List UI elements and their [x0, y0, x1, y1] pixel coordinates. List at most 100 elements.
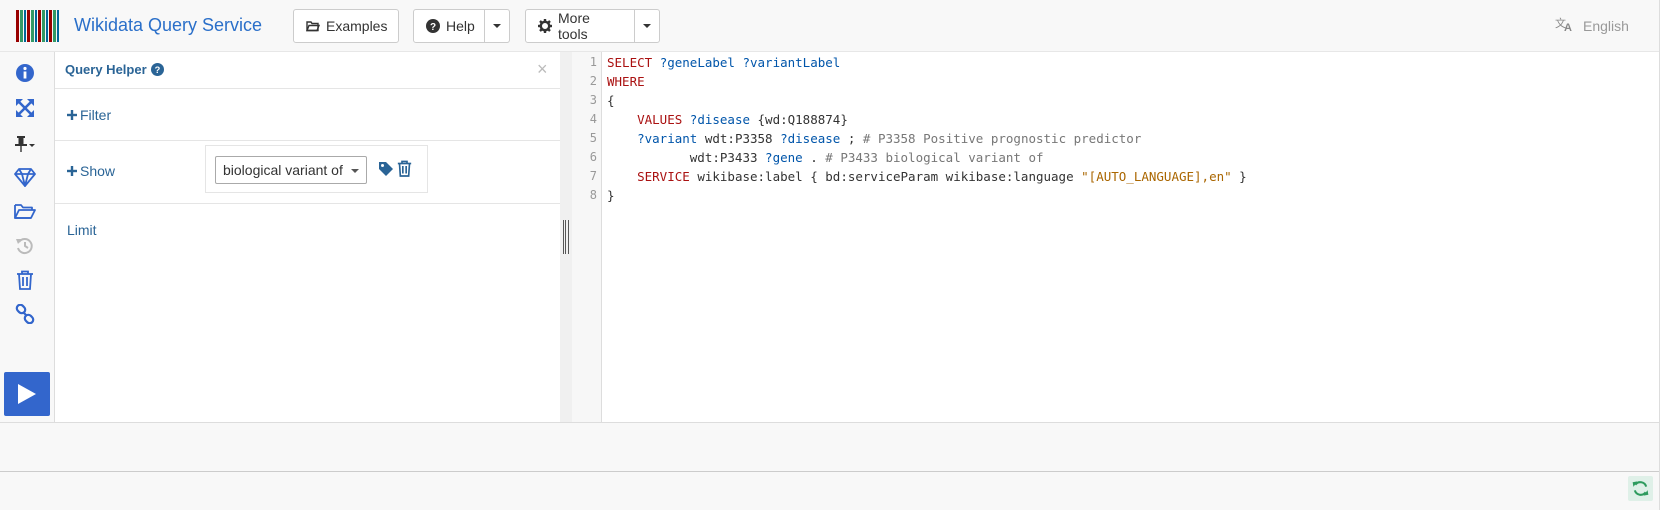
- navbar: Wikidata Query Service Examples ? Help M…: [0, 0, 1671, 52]
- caret-down-icon: [643, 24, 651, 28]
- show-item: biological variant of: [205, 145, 428, 193]
- translate-icon: 文A: [1555, 16, 1575, 35]
- code-token: {wd:Q188874}: [757, 112, 848, 127]
- more-tools-button[interactable]: More tools: [525, 9, 635, 43]
- examples-label: Examples: [326, 18, 388, 34]
- code-token: ;: [847, 131, 863, 146]
- query-editor[interactable]: SELECT ?geneLabel ?variantLabel WHERE { VA…: [607, 52, 1657, 422]
- panel-splitter[interactable]: [560, 52, 572, 422]
- gem-icon[interactable]: [13, 165, 37, 189]
- line-number: 3: [589, 93, 597, 107]
- logo-stripe: [53, 10, 56, 42]
- code-token: # P3433 biological variant of: [825, 150, 1044, 165]
- history-icon[interactable]: [13, 234, 37, 258]
- logo-stripe: [20, 10, 23, 42]
- caret-down-icon: [493, 24, 501, 28]
- logo-stripe: [57, 10, 59, 42]
- code-line[interactable]: ?variant wdt:P3358 ?disease ; # P3358 Po…: [607, 131, 1141, 146]
- code-token: }: [607, 188, 615, 203]
- limit-link[interactable]: Limit: [67, 222, 97, 238]
- gear-icon: [538, 19, 552, 33]
- language-label: English: [1583, 17, 1629, 34]
- link-icon[interactable]: [13, 302, 37, 326]
- pin-icon[interactable]: [13, 132, 37, 156]
- page-scrollbar-edge: [1659, 0, 1671, 510]
- svg-text:?: ?: [430, 22, 436, 33]
- refresh-icon[interactable]: [1628, 476, 1653, 501]
- line-number: 2: [589, 74, 597, 88]
- results-area: [0, 422, 1659, 472]
- code-token: wikibase:label { bd:serviceParam wikibas…: [697, 169, 1082, 184]
- query-helper-title: Query Helper ?: [65, 62, 164, 77]
- folder-open-icon: [306, 20, 320, 32]
- code-token: WHERE: [607, 74, 645, 89]
- code-token: wdt:P3433: [607, 150, 766, 165]
- language-selector[interactable]: 文A English: [1555, 16, 1629, 35]
- show-label: Show: [80, 163, 116, 179]
- code-token: .: [810, 150, 826, 165]
- code-line[interactable]: wdt:P3433 ?gene . # P3433 biological var…: [607, 150, 1044, 165]
- expand-icon[interactable]: [13, 96, 37, 120]
- code-token: ?gene: [765, 150, 811, 165]
- filter-row: Filter: [55, 89, 560, 141]
- help-button[interactable]: ? Help: [413, 9, 485, 43]
- more-tools-label: More tools: [558, 10, 590, 42]
- status-bar: [0, 472, 1659, 510]
- code-token: ?disease: [689, 112, 758, 127]
- code-token: {: [607, 93, 615, 108]
- query-helper-header: Query Helper ? ×: [55, 52, 560, 89]
- filter-link[interactable]: Filter: [67, 107, 111, 123]
- trash-icon[interactable]: [397, 160, 412, 182]
- sidebar: [0, 52, 55, 422]
- code-line[interactable]: }: [607, 188, 615, 203]
- tag-icon[interactable]: [378, 161, 394, 182]
- code-line[interactable]: SERVICE wikibase:label { bd:serviceParam…: [607, 169, 1247, 184]
- query-helper-title-text: Query Helper: [65, 62, 147, 77]
- show-link[interactable]: Show: [67, 163, 115, 179]
- show-property-select[interactable]: biological variant of: [215, 156, 367, 184]
- line-number: 8: [589, 188, 597, 202]
- close-icon[interactable]: ×: [537, 59, 548, 80]
- info-icon[interactable]: [13, 61, 37, 85]
- more-tools-dropdown-toggle[interactable]: [634, 9, 660, 43]
- help-dropdown-toggle[interactable]: [484, 9, 510, 43]
- code-line[interactable]: SELECT ?geneLabel ?variantLabel: [607, 55, 840, 70]
- svg-text:?: ?: [154, 65, 160, 75]
- code-line[interactable]: WHERE: [607, 74, 645, 89]
- query-helper-panel: Query Helper ? × Filter Show biological …: [55, 52, 560, 422]
- code-token: SERVICE: [637, 169, 698, 184]
- folder-open-icon[interactable]: [13, 199, 37, 223]
- limit-label: Limit: [67, 222, 97, 238]
- logo-stripe: [42, 10, 45, 42]
- run-button[interactable]: [4, 372, 50, 416]
- code-token: wdt:P3358: [704, 131, 781, 146]
- code-token: VALUES: [637, 112, 690, 127]
- brand-title[interactable]: Wikidata Query Service: [74, 15, 262, 36]
- logo-stripe: [38, 10, 41, 42]
- drag-handle-icon[interactable]: [563, 220, 569, 254]
- logo-stripe: [35, 10, 37, 42]
- play-icon: [18, 384, 36, 404]
- line-number: 6: [589, 150, 597, 164]
- svg-text:A: A: [1564, 22, 1572, 32]
- question-circle-icon[interactable]: ?: [150, 63, 164, 76]
- code-token: SELECT: [607, 55, 660, 70]
- trash-icon[interactable]: [13, 268, 37, 292]
- help-label: Help: [446, 18, 475, 34]
- code-token: ?geneLabel ?variantLabel: [659, 55, 841, 70]
- code-token: "[AUTO_LANGUAGE],en": [1081, 169, 1232, 184]
- plus-icon: [67, 166, 77, 176]
- examples-button[interactable]: Examples: [293, 9, 399, 43]
- code-line[interactable]: {: [607, 93, 615, 108]
- code-token: ?variant: [637, 131, 705, 146]
- wikidata-logo[interactable]: [16, 10, 67, 42]
- show-row: Show biological variant of: [55, 141, 560, 204]
- line-number: 7: [589, 169, 597, 183]
- line-number: 5: [589, 131, 597, 145]
- logo-stripe: [16, 10, 19, 42]
- code-line[interactable]: VALUES ?disease {wd:Q188874}: [607, 112, 848, 127]
- plus-icon: [67, 110, 77, 120]
